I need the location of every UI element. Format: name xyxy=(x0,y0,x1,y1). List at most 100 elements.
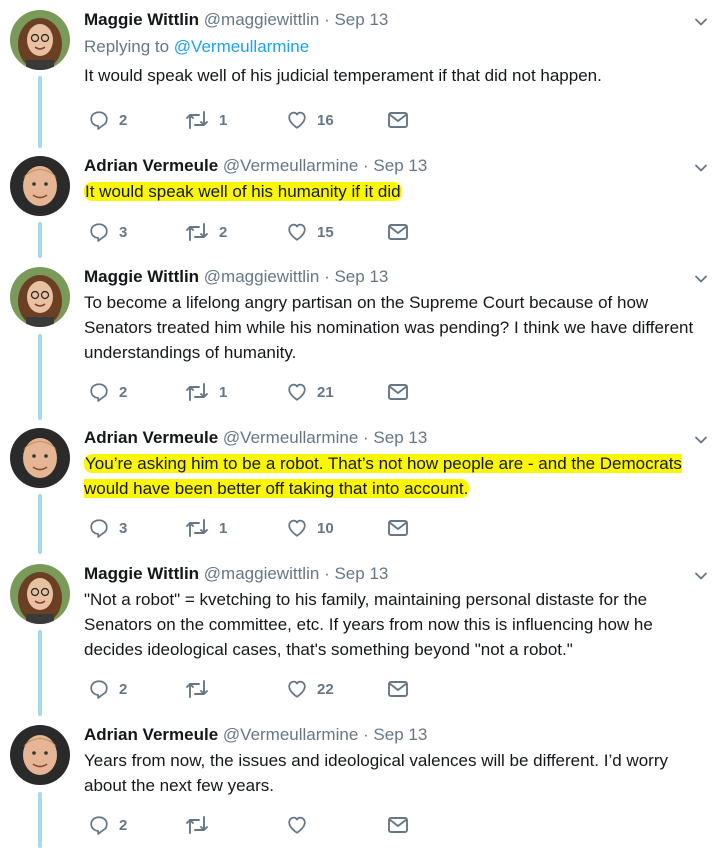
retweet-icon xyxy=(186,111,208,129)
retweet-button[interactable]: 1 xyxy=(184,380,227,404)
highlighted-text: You’re asking him to be a robot. That’s … xyxy=(84,454,682,498)
like-count: 10 xyxy=(317,519,334,537)
avatar-adrian[interactable] xyxy=(10,156,70,216)
mention-link[interactable]: @Vermeullarmine xyxy=(174,37,309,56)
retweet-count: 2 xyxy=(219,223,228,241)
tweet-header: Adrian Vermeule @Vermeullarmine · Sep 13 xyxy=(84,723,705,747)
reply-button[interactable]: 2 xyxy=(88,677,127,701)
dm-icon xyxy=(388,681,408,697)
reply-count: 2 xyxy=(119,383,128,401)
reply-button[interactable]: 2 xyxy=(88,108,127,132)
author-name[interactable]: Maggie Wittlin xyxy=(84,564,199,583)
chevron-down-icon[interactable] xyxy=(693,160,709,176)
retweet-icon xyxy=(186,223,208,241)
tweet-date[interactable]: Sep 13 xyxy=(334,267,388,286)
like-button[interactable]: 22 xyxy=(286,677,334,701)
tweet-date[interactable]: Sep 13 xyxy=(373,428,427,447)
tweet-text: Years from now, the issues and ideologic… xyxy=(84,748,705,798)
like-icon xyxy=(288,680,306,698)
chevron-down-icon[interactable] xyxy=(693,432,709,448)
reply-button[interactable]: 2 xyxy=(88,380,127,404)
separator: · xyxy=(363,428,369,447)
avatar-maggie[interactable] xyxy=(10,564,70,624)
tweet-date[interactable]: Sep 13 xyxy=(373,725,427,744)
author-handle[interactable]: @maggiewittlin xyxy=(204,267,320,286)
reply-button[interactable]: 2 xyxy=(88,813,127,837)
dm-button[interactable] xyxy=(386,220,410,244)
author-handle[interactable]: @maggiewittlin xyxy=(204,564,320,583)
author-name[interactable]: Adrian Vermeule xyxy=(84,428,218,447)
dm-button[interactable] xyxy=(386,108,410,132)
tweet[interactable]: Adrian Vermeule @Vermeullarmine · Sep 13… xyxy=(0,154,721,258)
replying-prefix: Replying to xyxy=(84,37,170,56)
author-name[interactable]: Adrian Vermeule xyxy=(84,725,218,744)
dm-icon xyxy=(388,520,408,536)
tweet[interactable]: Maggie Wittlin @maggiewittlin · Sep 13 R… xyxy=(0,8,721,138)
retweet-button[interactable]: 2 xyxy=(184,220,227,244)
avatar-adrian[interactable] xyxy=(10,725,70,785)
retweet-button[interactable] xyxy=(184,677,219,701)
chevron-down-icon[interactable] xyxy=(693,14,709,30)
chevron-down-icon[interactable] xyxy=(693,271,709,287)
retweet-icon xyxy=(186,680,208,698)
like-button[interactable] xyxy=(286,813,317,837)
like-button[interactable]: 10 xyxy=(286,516,334,540)
like-icon xyxy=(288,223,306,241)
chevron-down-icon[interactable] xyxy=(693,568,709,584)
author-handle[interactable]: @maggiewittlin xyxy=(204,10,320,29)
reply-icon xyxy=(90,383,108,402)
reply-icon xyxy=(90,680,108,699)
avatar-maggie[interactable] xyxy=(10,10,70,70)
like-button[interactable]: 15 xyxy=(286,220,334,244)
tweet[interactable]: Maggie Wittlin @maggiewittlin · Sep 13 T… xyxy=(0,265,721,415)
like-count: 15 xyxy=(317,223,334,241)
tweet[interactable]: Maggie Wittlin @maggiewittlin · Sep 13 "… xyxy=(0,562,721,712)
dm-icon xyxy=(388,224,408,240)
like-icon xyxy=(288,816,306,834)
reply-count: 3 xyxy=(119,519,128,537)
author-name[interactable]: Adrian Vermeule xyxy=(84,156,218,175)
retweet-button[interactable]: 1 xyxy=(184,108,227,132)
author-handle[interactable]: @Vermeullarmine xyxy=(223,428,358,447)
like-button[interactable]: 16 xyxy=(286,108,334,132)
retweet-icon xyxy=(186,816,208,834)
tweet-date[interactable]: Sep 13 xyxy=(373,156,427,175)
like-icon xyxy=(288,519,306,537)
separator: · xyxy=(363,725,369,744)
dm-button[interactable] xyxy=(386,380,410,404)
retweet-button[interactable] xyxy=(184,813,219,837)
retweet-count: 1 xyxy=(219,111,228,129)
dm-button[interactable] xyxy=(386,813,410,837)
retweet-button[interactable]: 1 xyxy=(184,516,227,540)
like-count: 21 xyxy=(317,383,334,401)
tweet-date[interactable]: Sep 13 xyxy=(334,564,388,583)
author-handle[interactable]: @Vermeullarmine xyxy=(223,156,358,175)
avatar-adrian[interactable] xyxy=(10,428,70,488)
separator: · xyxy=(324,564,330,583)
dm-icon xyxy=(388,817,408,833)
reply-count: 2 xyxy=(119,680,128,698)
reply-icon xyxy=(90,519,108,538)
author-handle[interactable]: @Vermeullarmine xyxy=(223,725,358,744)
dm-button[interactable] xyxy=(386,677,410,701)
reply-icon xyxy=(90,223,108,242)
reply-button[interactable]: 3 xyxy=(88,516,127,540)
like-button[interactable]: 21 xyxy=(286,380,334,404)
tweet-text-body: Years from now, the issues and ideologic… xyxy=(84,751,668,795)
tweet-header: Adrian Vermeule @Vermeullarmine · Sep 13 xyxy=(84,426,705,450)
highlighted-text: It would speak well of his humanity if i… xyxy=(84,182,402,201)
dm-button[interactable] xyxy=(386,516,410,540)
tweet-date[interactable]: Sep 13 xyxy=(334,10,388,29)
tweet-header: Maggie Wittlin @maggiewittlin · Sep 13 xyxy=(84,562,705,586)
tweet[interactable]: Adrian Vermeule @Vermeullarmine · Sep 13… xyxy=(0,426,721,554)
reply-count: 3 xyxy=(119,223,128,241)
tweet[interactable]: Adrian Vermeule @Vermeullarmine · Sep 13… xyxy=(0,723,721,848)
tweet-text: It would speak well of his humanity if i… xyxy=(84,179,705,204)
tweet-text: It would speak well of his judicial temp… xyxy=(84,63,705,88)
author-name[interactable]: Maggie Wittlin xyxy=(84,267,199,286)
author-name[interactable]: Maggie Wittlin xyxy=(84,10,199,29)
reply-button[interactable]: 3 xyxy=(88,220,127,244)
like-count: 22 xyxy=(317,680,334,698)
retweet-icon xyxy=(186,519,208,537)
avatar-maggie[interactable] xyxy=(10,267,70,327)
